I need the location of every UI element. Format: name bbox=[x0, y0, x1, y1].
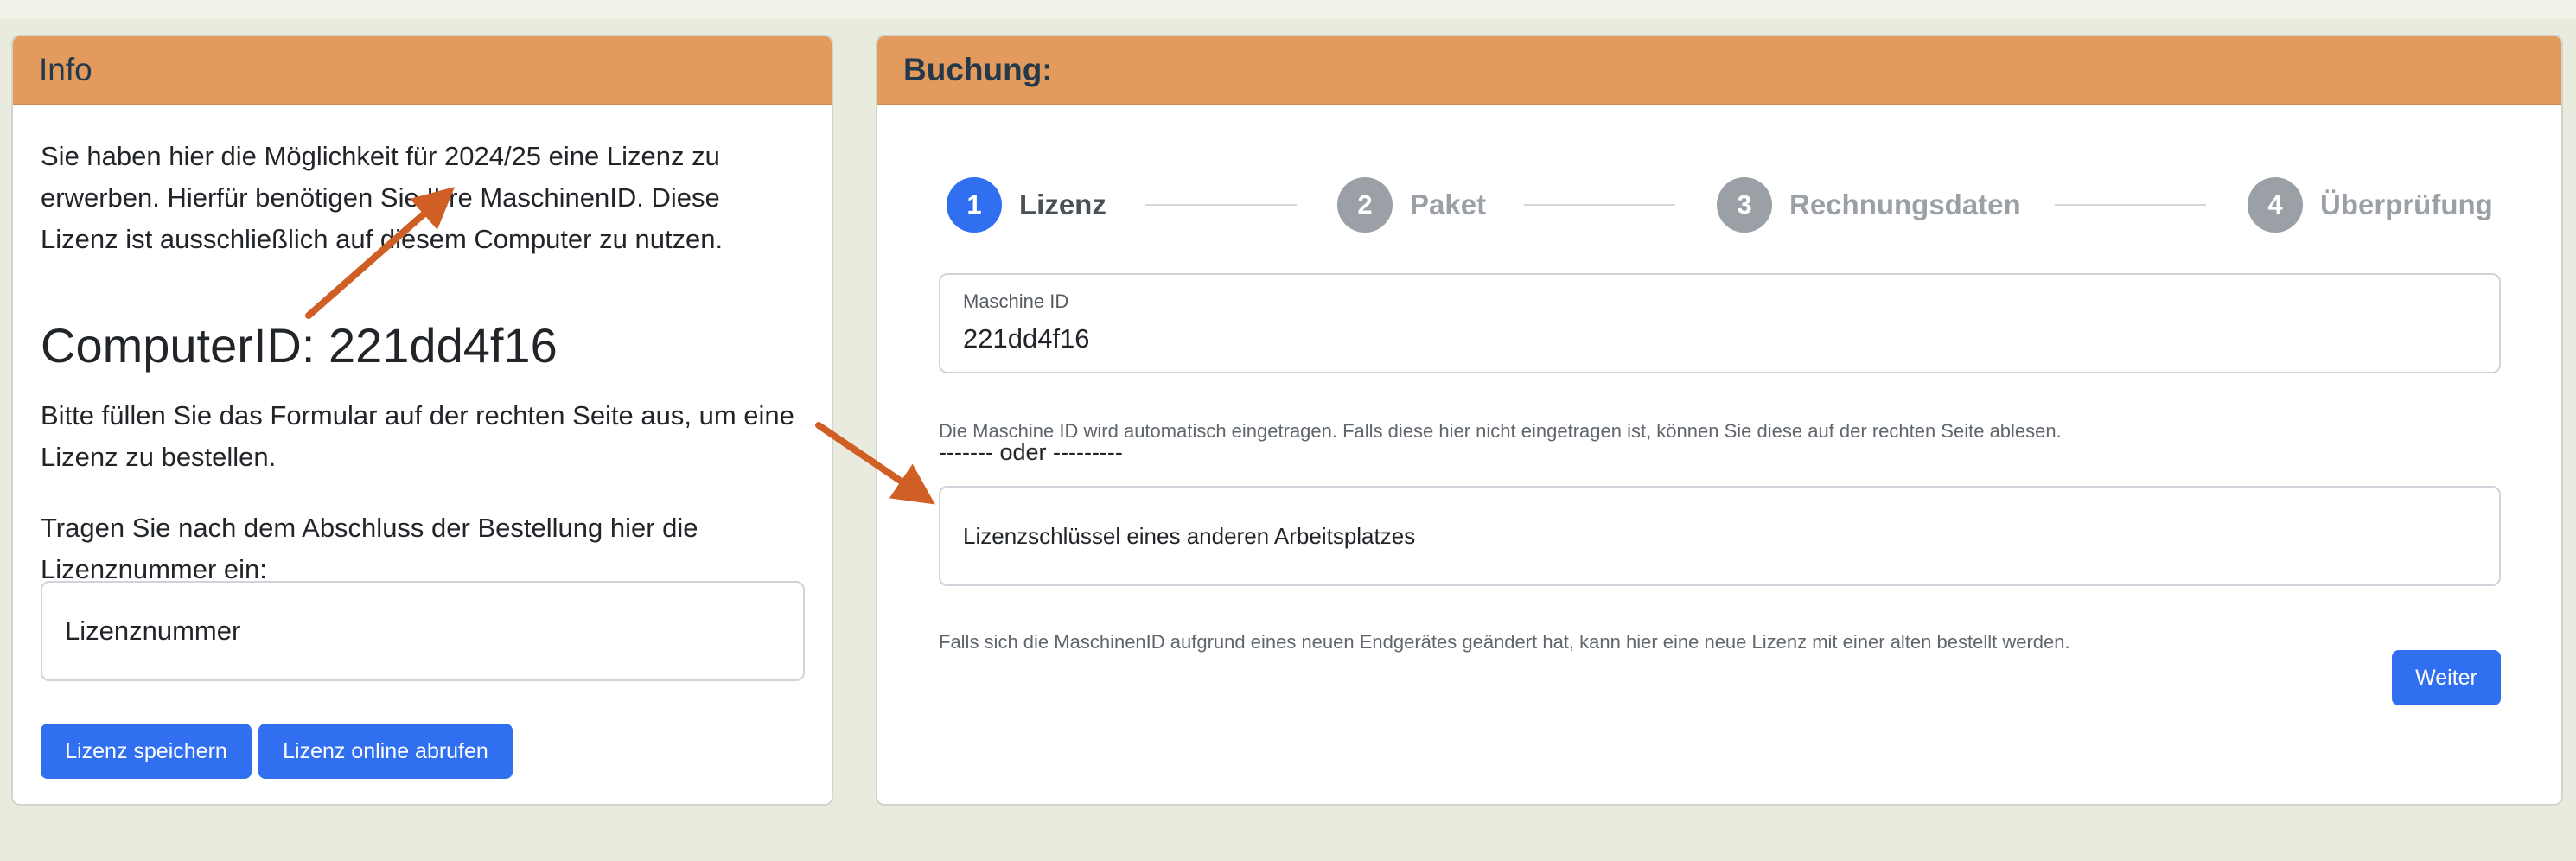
enter-license-text: Tragen Sie nach dem Abschluss der Bestel… bbox=[41, 513, 698, 584]
step-number: 4 bbox=[2248, 177, 2303, 233]
step-number: 1 bbox=[947, 177, 1002, 233]
machine-id-value: 221dd4f16 bbox=[963, 323, 1090, 354]
step-rechnungsdaten[interactable]: 3 Rechnungsdaten bbox=[1717, 176, 2021, 233]
step-connector bbox=[2055, 204, 2206, 206]
license-key-input[interactable] bbox=[939, 486, 2501, 586]
step-label: Rechnungsdaten bbox=[1789, 188, 2021, 220]
top-strip bbox=[0, 0, 2576, 19]
booking-card: Buchung: 1 Lizenz 2 Paket 3 Rechnungsdat… bbox=[876, 35, 2563, 806]
info-card-header: Info bbox=[13, 36, 832, 105]
booking-title: Buchung: bbox=[903, 52, 1053, 87]
step-connector bbox=[1524, 204, 1675, 206]
step-label: Paket bbox=[1410, 188, 1487, 220]
step-paket[interactable]: 2 Paket bbox=[1337, 176, 1486, 233]
step-ueberpruefung[interactable]: 4 Überprüfung bbox=[2248, 176, 2493, 233]
info-intro-text: Sie haben hier die Möglichkeit für 2024/… bbox=[41, 141, 724, 254]
page: Info Sie haben hier die Möglichkeit für … bbox=[0, 0, 2576, 861]
computer-id-heading: ComputerID: 221dd4f16 bbox=[41, 318, 558, 373]
fill-form-text: Bitte füllen Sie das Formular auf der re… bbox=[41, 400, 794, 472]
step-number: 3 bbox=[1717, 177, 1772, 233]
step-label: Lizenz bbox=[1019, 188, 1106, 220]
step-connector bbox=[1145, 204, 1297, 206]
fetch-license-online-button[interactable]: Lizenz online abrufen bbox=[258, 724, 513, 779]
info-card: Info Sie haben hier die Möglichkeit für … bbox=[11, 35, 833, 806]
machine-id-field[interactable]: Maschine ID 221dd4f16 bbox=[939, 273, 2501, 373]
step-lizenz[interactable]: 1 Lizenz bbox=[947, 176, 1106, 233]
step-number: 2 bbox=[1337, 177, 1393, 233]
save-license-button[interactable]: Lizenz speichern bbox=[41, 724, 252, 779]
next-button[interactable]: Weiter bbox=[2392, 650, 2501, 705]
info-title: Info bbox=[39, 52, 92, 87]
step-label: Überprüfung bbox=[2320, 188, 2493, 220]
booking-card-header: Buchung: bbox=[877, 36, 2561, 105]
machine-id-label: Maschine ID bbox=[963, 290, 1069, 312]
license-key-help-text: Falls sich die MaschinenID aufgrund eine… bbox=[939, 631, 2070, 653]
or-divider: ------- oder --------- bbox=[939, 439, 1123, 465]
license-number-input[interactable] bbox=[41, 581, 805, 681]
